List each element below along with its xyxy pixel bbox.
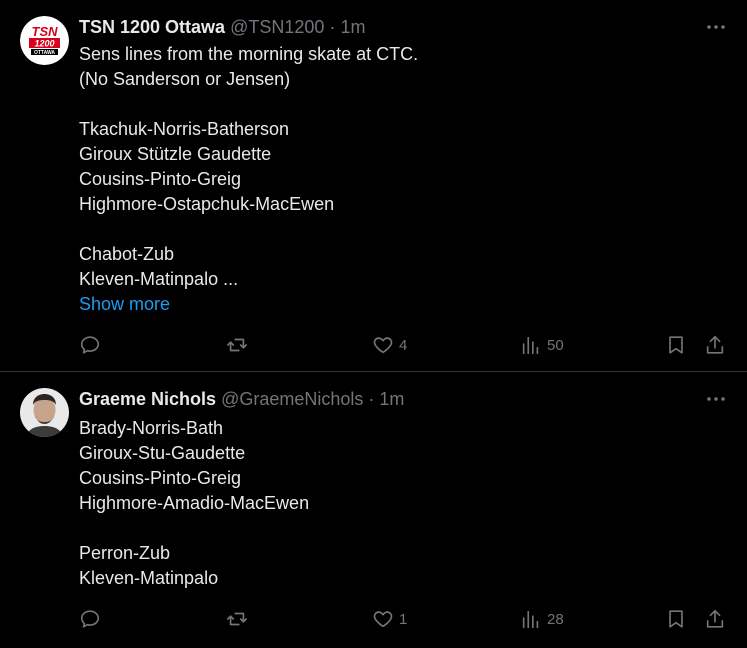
action-bar: 4 50 [79, 333, 731, 357]
tweet-line [79, 516, 699, 541]
views-count: 50 [547, 336, 564, 354]
tweet-line: Highmore-Ostapchuk-MacEwen [79, 194, 335, 214]
tweet-line: Chabot-Zub [79, 244, 175, 264]
tweet-line: Tkachuk-Norris-Batherson [79, 119, 290, 139]
reply-button[interactable] [79, 607, 106, 631]
tweet-line: Cousins-Pinto-Greig [79, 468, 242, 488]
tweet-line: (No Sanderson or Jensen) [79, 69, 291, 89]
repost-icon [227, 338, 247, 352]
tweet-line: Kleven-Matinpalo [79, 568, 219, 588]
like-icon [373, 337, 393, 354]
views-button[interactable]: 50 [520, 333, 564, 357]
avatar[interactable] [20, 388, 69, 437]
timestamp[interactable]: 1m [379, 389, 404, 409]
share-button[interactable] [704, 607, 726, 631]
avatar[interactable]: TSN 1200 OTTAWA [20, 16, 69, 65]
share-icon [706, 609, 724, 628]
tweet-line: Giroux-Stu-Gaudette [79, 443, 246, 463]
views-count: 28 [547, 610, 564, 628]
tweet-line: Highmore-Amadio-MacEwen [79, 493, 310, 513]
like-count: 4 [399, 336, 408, 354]
bookmark-button[interactable] [665, 607, 687, 631]
author-handle[interactable]: @TSN1200 [230, 17, 324, 37]
repost-icon [227, 612, 247, 626]
tweet-line: Sens lines from the morning skate at CTC… [79, 44, 419, 64]
timestamp[interactable]: 1m [340, 17, 365, 37]
reply-button[interactable] [79, 333, 106, 357]
tweet-line [79, 92, 699, 117]
views-icon [522, 610, 539, 629]
separator: · [368, 389, 375, 409]
tweet[interactable]: TSN 1200 OTTAWA TSN 1200 Ottawa @TSN1200… [0, 0, 747, 372]
separator: · [329, 17, 336, 37]
tweet[interactable]: Graeme Nichols @GraemeNichols · 1m Brady… [0, 372, 747, 648]
more-icon[interactable] [705, 388, 727, 410]
svg-text:1200: 1200 [34, 39, 54, 49]
tweet-line: Cousins-Pinto-Greig [79, 169, 242, 189]
avatar-logo-text: TSN [32, 24, 59, 39]
tweet-header: TSN 1200 Ottawa @TSN1200 · 1m [79, 16, 365, 38]
repost-button[interactable] [226, 607, 253, 631]
reply-icon [80, 610, 100, 628]
tweet-line [79, 217, 699, 242]
author-name[interactable]: TSN 1200 Ottawa [79, 17, 225, 37]
share-icon [706, 335, 724, 354]
like-count: 1 [399, 610, 408, 628]
like-button[interactable]: 1 [372, 607, 407, 631]
tweet-header: Graeme Nichols @GraemeNichols · 1m [79, 388, 404, 410]
tweet-text: Brady-Norris-Bath Giroux-Stu-Gaudette Co… [79, 416, 699, 591]
like-icon [373, 611, 393, 628]
bookmark-button[interactable] [665, 333, 687, 357]
tweet-text: Sens lines from the morning skate at CTC… [79, 42, 699, 317]
bookmark-icon [669, 336, 683, 354]
svg-text:OTTAWA: OTTAWA [34, 50, 55, 56]
views-icon [522, 336, 539, 355]
tweet-line: Kleven-Matinpalo ... [79, 269, 239, 289]
show-more-link[interactable]: Show more [79, 292, 699, 317]
more-icon[interactable] [705, 16, 727, 38]
author-name[interactable]: Graeme Nichols [79, 389, 216, 409]
like-button[interactable]: 4 [372, 333, 407, 357]
tweet-line: Giroux Stützle Gaudette [79, 144, 272, 164]
action-bar: 1 28 [79, 607, 731, 631]
views-button[interactable]: 28 [520, 607, 564, 631]
tweet-line: Brady-Norris-Bath [79, 418, 224, 438]
bookmark-icon [669, 610, 683, 628]
share-button[interactable] [704, 333, 726, 357]
reply-icon [80, 336, 100, 354]
repost-button[interactable] [226, 333, 253, 357]
tweet-line: Perron-Zub [79, 543, 171, 563]
author-handle[interactable]: @GraemeNichols [221, 389, 363, 409]
